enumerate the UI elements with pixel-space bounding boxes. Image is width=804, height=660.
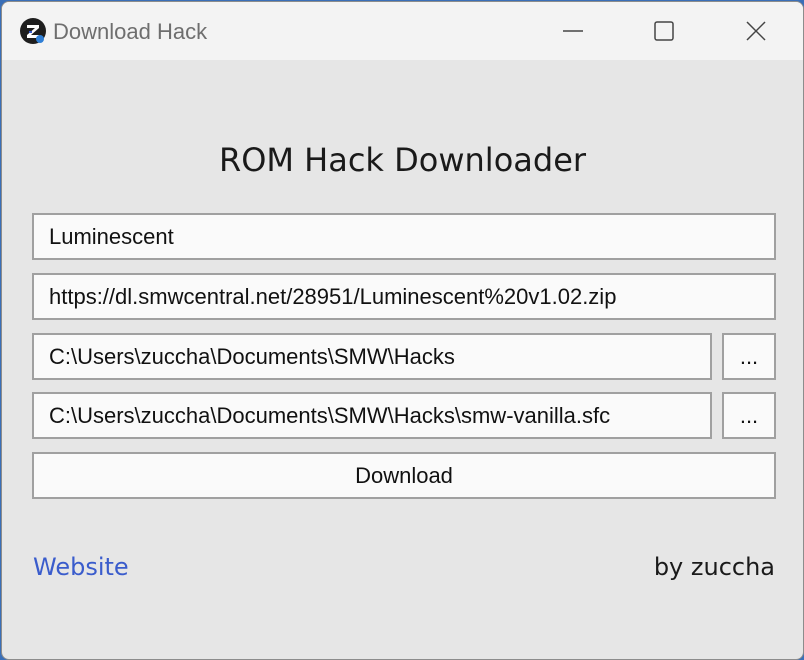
download-button[interactable]: Download — [32, 452, 776, 499]
minimize-button[interactable] — [527, 2, 619, 60]
hack-name-input[interactable]: Luminescent — [32, 213, 776, 260]
base-rom-input[interactable]: C:\Users\zuccha\Documents\SMW\Hacks\smw-… — [32, 392, 712, 439]
maximize-icon — [654, 21, 674, 41]
minimize-icon — [563, 30, 583, 32]
title-bar[interactable]: Download Hack — [2, 2, 803, 60]
app-window: Download Hack ROM Hack Downloader Lumine… — [1, 1, 804, 660]
browse-output-directory-button[interactable]: ... — [722, 333, 776, 380]
maximize-button[interactable] — [618, 2, 710, 60]
window-title: Download Hack — [53, 19, 208, 44]
page-title: ROM Hack Downloader — [218, 141, 587, 179]
z-logo-icon — [20, 18, 46, 44]
website-link[interactable]: Website — [33, 553, 129, 581]
close-icon — [746, 21, 766, 41]
author-credit: by zuccha — [653, 553, 775, 581]
output-directory-input[interactable]: C:\Users\zuccha\Documents\SMW\Hacks — [32, 333, 712, 380]
close-button[interactable] — [710, 2, 802, 60]
download-url-input[interactable]: https://dl.smwcentral.net/28951/Luminesc… — [32, 273, 776, 320]
browse-base-rom-button[interactable]: ... — [722, 392, 776, 439]
